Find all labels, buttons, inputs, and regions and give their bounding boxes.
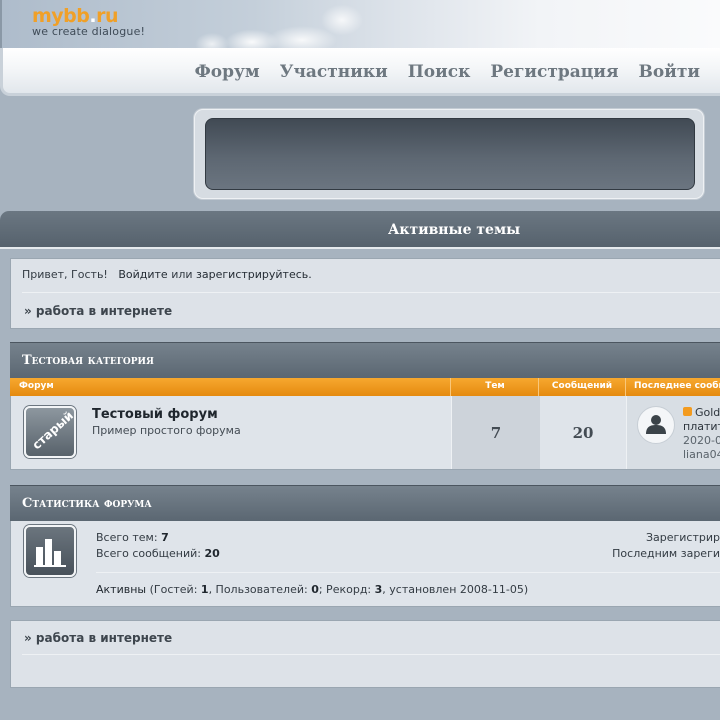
login-link[interactable]: Войдите xyxy=(118,268,167,281)
last-post-date: 2020-0 xyxy=(683,434,720,447)
col-topics-header: Тем xyxy=(485,381,505,391)
forum-posts-count: 20 xyxy=(572,424,594,442)
welcome-text: Привет, Гость! Войдите или зарегистрируй… xyxy=(22,268,312,281)
category-table-header: Форум Тем Сообщений Последнее сообщение xyxy=(10,378,720,396)
category-title[interactable]: Тестовая категория xyxy=(22,353,154,368)
logo-tagline: we create dialogue! xyxy=(32,25,146,38)
forum-title-link[interactable]: Тестовый форум xyxy=(92,407,218,422)
user-avatar-icon[interactable] xyxy=(637,406,675,444)
breadcrumb-bottom[interactable]: » работа в интернете xyxy=(24,631,172,645)
stats-last-registered: Последним зареги xyxy=(612,547,720,560)
forum-posts-cell: 20 xyxy=(540,396,627,469)
nav-register[interactable]: Регистрация xyxy=(490,62,618,82)
banner-screen xyxy=(205,118,695,190)
divider xyxy=(22,292,720,293)
active-topics-bar[interactable]: Активные темы xyxy=(0,211,720,249)
register-link[interactable]: зарегистрируйтесь. xyxy=(196,268,312,281)
header-clouds xyxy=(192,0,382,48)
stats-header: Статистика форума xyxy=(10,485,720,522)
or-text: или xyxy=(171,268,193,281)
forum-old-icon: старый xyxy=(24,406,76,458)
forum-row: старый Тестовый форум Пример простого фо… xyxy=(10,396,720,470)
nav-forum[interactable]: Форум xyxy=(195,62,260,82)
breadcrumb-top[interactable]: » работа в интернете xyxy=(24,304,172,318)
col-posts-header: Сообщений xyxy=(551,381,613,391)
logo-text: mybb.ru xyxy=(32,5,119,27)
bottom-panel: » работа в интернете xyxy=(10,620,720,688)
top-header: mybb.ru we create dialogue! xyxy=(0,0,720,48)
nav-login[interactable]: Войти xyxy=(639,62,700,82)
stats-topics: Всего тем: 7 xyxy=(96,531,169,544)
last-post-author[interactable]: liana04 xyxy=(683,448,720,461)
welcome-panel: Привет, Гость! Войдите или зарегистрируй… xyxy=(10,258,720,329)
stats-online: Активны (Гостей: 1, Пользователей: 0; Ре… xyxy=(96,583,529,596)
forum-description: Пример простого форума xyxy=(92,424,241,437)
main-navbar: Форум Участники Поиск Регистрация Войти xyxy=(0,48,720,96)
forum-topics-count: 7 xyxy=(490,424,502,442)
forum-last-post-cell: Gold платит 2020-0 liana04 xyxy=(627,396,720,469)
stats-registered: Зарегистрир xyxy=(645,531,720,544)
active-users-link[interactable]: Активны xyxy=(96,583,146,596)
forum-icon-label: старый xyxy=(29,408,76,453)
nav-members[interactable]: Участники xyxy=(280,62,388,82)
last-post-topic-cont[interactable]: платит xyxy=(683,420,720,433)
forum-topics-cell: 7 xyxy=(451,396,541,469)
rss-icon xyxy=(683,407,692,416)
greeting-text: Привет, Гость! xyxy=(22,268,108,281)
col-separator xyxy=(625,378,626,396)
nav-menu: Форум Участники Поиск Регистрация Войти xyxy=(175,62,700,82)
footer-band xyxy=(0,700,720,720)
nav-search[interactable]: Поиск xyxy=(408,62,471,82)
stats-posts: Всего сообщений: 20 xyxy=(96,547,220,560)
last-post-topic[interactable]: Gold xyxy=(683,406,720,419)
divider xyxy=(22,654,720,655)
divider xyxy=(96,572,720,573)
site-logo[interactable]: mybb.ru we create dialogue! xyxy=(32,6,145,38)
stats-chart-icon xyxy=(24,525,76,577)
col-last-post-header: Последнее сообщение xyxy=(634,381,720,391)
active-topics-link[interactable]: Активные темы xyxy=(388,222,520,238)
stats-title: Статистика форума xyxy=(22,496,152,511)
col-forum-header: Форум xyxy=(19,381,54,391)
banner-frame xyxy=(194,109,704,199)
stats-body: Всего тем: 7 Всего сообщений: 20 Зарегис… xyxy=(10,521,720,607)
category-header: Тестовая категория xyxy=(10,342,720,379)
